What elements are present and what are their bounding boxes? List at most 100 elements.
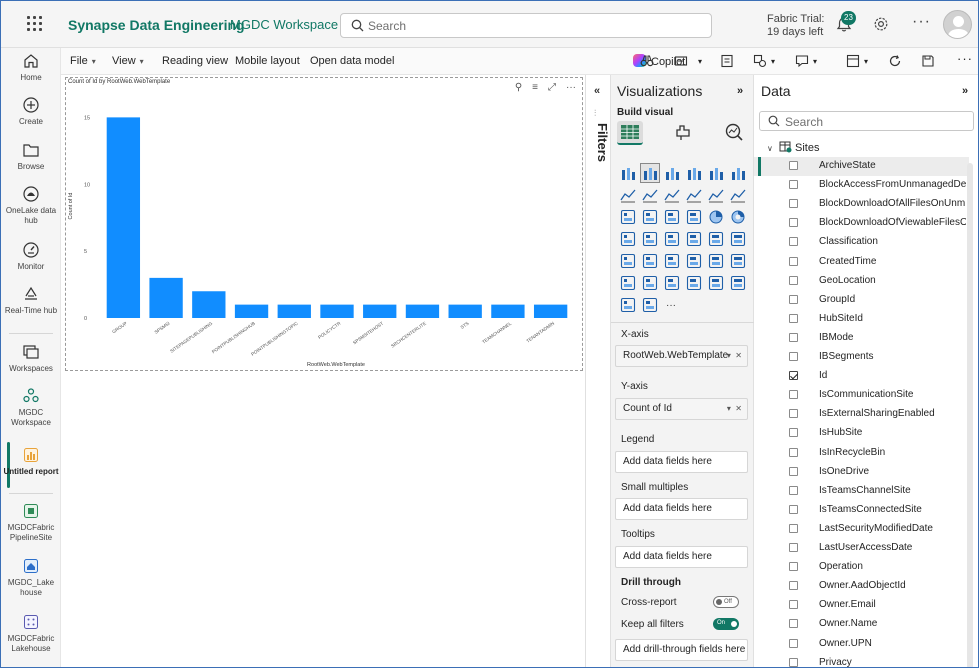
nav-browse[interactable]: Browse (1, 141, 61, 172)
mobile-layout-button[interactable]: Mobile layout (235, 55, 300, 67)
field-row[interactable]: BlockAccessFromUnmanagedDev... (754, 176, 969, 195)
qa-icon[interactable] (641, 274, 659, 292)
field-controls[interactable]: ▾ ✕ (727, 346, 742, 366)
nav-pipeline-site[interactable]: MGDCFabric PipelineSite (1, 502, 61, 543)
field-checkbox[interactable] (789, 600, 798, 610)
nav-home[interactable]: Home (1, 52, 61, 83)
tooltips-field-well[interactable]: Add data fields here (615, 546, 748, 568)
field-row[interactable]: IsExternalSharingEnabled (754, 405, 969, 424)
treemap-icon[interactable] (619, 230, 637, 248)
matrix-icon[interactable] (707, 252, 725, 270)
line-column-icon[interactable] (685, 186, 703, 204)
bar-chart-visual[interactable]: Count of Id by RootWeb.WebTemplate ⚲ ≡ ⤢ ··… (65, 77, 583, 371)
line-chart-icon[interactable] (619, 186, 637, 204)
line-stacked-column-icon[interactable] (707, 186, 725, 204)
pie-icon[interactable] (707, 208, 725, 226)
field-row[interactable]: IsInRecycleBin (754, 444, 969, 463)
expand-icon[interactable]: » (962, 85, 968, 97)
clustered-column-icon[interactable] (640, 163, 660, 183)
field-checkbox[interactable] (789, 294, 798, 304)
analytics-tab[interactable] (721, 121, 747, 145)
nav-mgdc-workspace[interactable]: MGDC Workspace (1, 387, 61, 428)
field-row[interactable]: IsTeamsChannelSite (754, 482, 969, 501)
nav-workspaces[interactable]: Workspaces (1, 343, 61, 374)
chevron-down-icon[interactable]: ▾ (771, 57, 775, 66)
collapse-icon[interactable]: « (594, 85, 600, 97)
field-row[interactable]: LastUserAccessDate (754, 539, 969, 558)
bar[interactable] (448, 304, 482, 318)
field-row[interactable]: BlockDownloadOfAllFilesOnUnm... (754, 195, 969, 214)
refresh-icon[interactable] (888, 54, 902, 68)
field-row[interactable]: Id (754, 367, 969, 386)
field-checkbox[interactable] (789, 218, 798, 228)
field-checkbox[interactable] (789, 332, 798, 342)
chevron-down-icon[interactable]: ▾ (698, 57, 702, 66)
save-icon[interactable] (921, 54, 935, 68)
field-checkbox[interactable] (789, 237, 798, 247)
chevron-down-icon[interactable]: ▾ (864, 57, 868, 66)
powerapps-icon[interactable] (619, 296, 637, 314)
small-multiples-field-well[interactable]: Add data fields here (615, 498, 748, 520)
y-axis-field-well[interactable]: Count of Id ▾ ✕ (615, 398, 748, 420)
comment-icon[interactable] (795, 54, 809, 68)
field-checkbox[interactable] (789, 447, 798, 457)
drill-through-field-well[interactable]: Add drill-through fields here (615, 639, 748, 661)
field-checkbox[interactable] (789, 180, 798, 190)
field-checkbox[interactable] (789, 161, 798, 170)
field-row[interactable]: Operation (754, 558, 969, 577)
field-checkbox[interactable] (789, 352, 798, 361)
field-row[interactable]: IsHubSite (754, 424, 969, 443)
more-visuals-icon[interactable]: ··· (663, 296, 681, 314)
narrative-icon[interactable] (663, 274, 681, 292)
nav-untitled-report[interactable]: Untitled report (1, 446, 61, 477)
chevron-down-icon[interactable]: ∨ (767, 144, 773, 153)
table-icon[interactable] (685, 252, 703, 270)
filters-pane-collapsed[interactable]: « ⫶ Filters (586, 75, 611, 667)
bar[interactable] (533, 304, 568, 318)
field-row[interactable]: Owner.Name (754, 615, 969, 634)
field-checkbox[interactable] (789, 638, 798, 648)
field-row[interactable]: ArchiveState (754, 157, 969, 176)
format-visual-tab[interactable] (670, 121, 696, 145)
bar[interactable] (491, 304, 525, 318)
field-checkbox[interactable] (789, 313, 798, 323)
cross-report-toggle[interactable]: Off (713, 596, 739, 608)
field-row[interactable]: IsOneDrive (754, 463, 969, 482)
data-pane-scrollbar[interactable] (967, 163, 973, 667)
field-row[interactable]: IsTeamsConnectedSite (754, 501, 969, 520)
field-controls[interactable]: ▾ ✕ (727, 399, 742, 419)
field-row[interactable]: Owner.UPN (754, 635, 969, 654)
field-row[interactable]: LastSecurityModifiedDate (754, 520, 969, 539)
product-name[interactable]: Synapse Data Engineering (68, 17, 245, 33)
table-node-sites[interactable]: ∨ Sites (767, 141, 819, 154)
view-menu[interactable]: View ▾ (112, 55, 144, 67)
bar[interactable] (149, 277, 183, 318)
app-launcher-icon[interactable] (27, 16, 43, 32)
field-row[interactable]: Classification (754, 233, 969, 252)
card-icon[interactable] (729, 230, 747, 248)
keep-all-filters-toggle[interactable]: On (713, 618, 739, 630)
field-checkbox[interactable] (789, 371, 798, 381)
field-checkbox[interactable] (789, 256, 798, 266)
bar[interactable] (106, 117, 141, 318)
report-canvas[interactable]: Count of Id by RootWeb.WebTemplate ⚲ ≡ ⤢ ··… (61, 75, 586, 667)
gear-icon[interactable] (873, 16, 889, 32)
kpi-icon[interactable] (641, 252, 659, 270)
field-checkbox[interactable] (789, 543, 798, 552)
goals-icon[interactable] (685, 274, 703, 292)
open-data-model-button[interactable]: Open data model (310, 55, 394, 67)
field-row[interactable]: Owner.Email (754, 596, 969, 615)
donut-icon[interactable] (729, 208, 747, 226)
field-checkbox[interactable] (789, 581, 798, 591)
azure-map-icon[interactable] (685, 230, 703, 248)
nav-monitor[interactable]: Monitor (1, 241, 61, 272)
bar[interactable] (234, 304, 269, 318)
reading-view-button[interactable]: Reading view (162, 55, 228, 67)
shapes-icon[interactable] (753, 54, 767, 68)
field-checkbox[interactable] (789, 562, 798, 572)
bar[interactable] (192, 291, 226, 318)
field-row[interactable]: BlockDownloadOfViewableFilesO... (754, 214, 969, 233)
ribbon-chart-icon[interactable] (729, 186, 747, 204)
workspace-name[interactable]: MGDC Workspace (230, 17, 338, 32)
data-search-box[interactable]: Search (759, 111, 974, 131)
